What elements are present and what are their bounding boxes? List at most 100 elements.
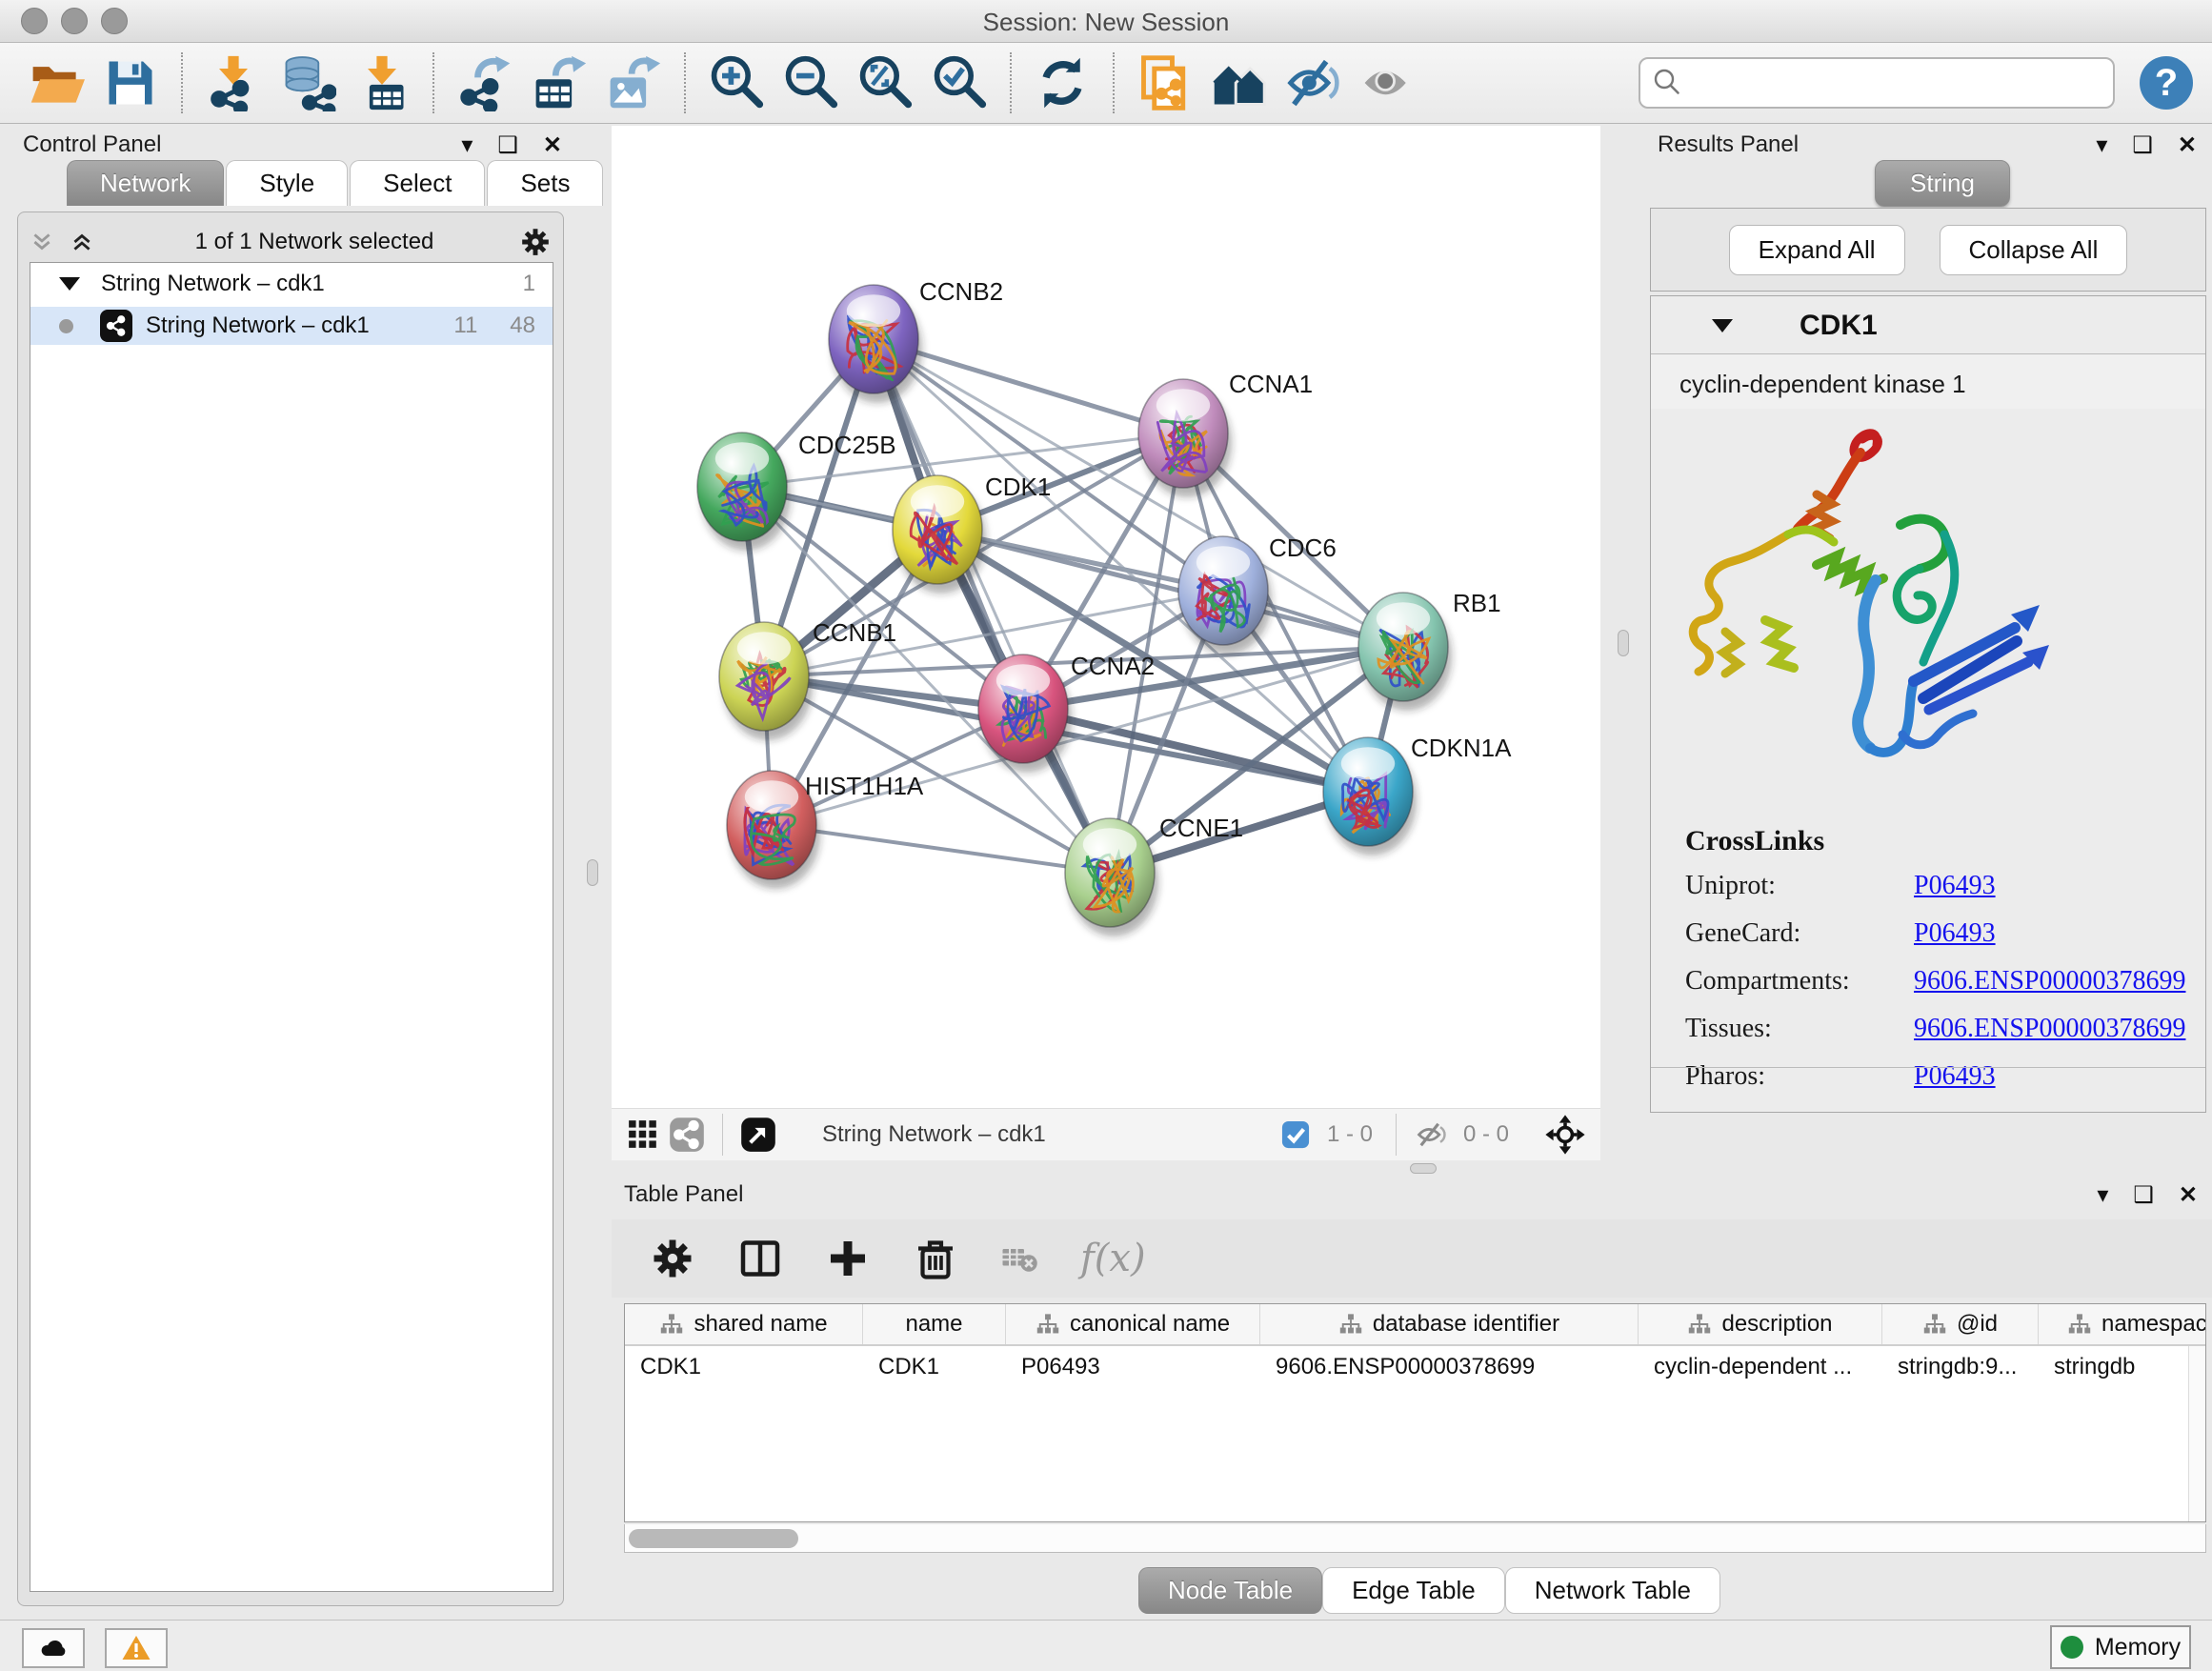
network-node-RB1[interactable]: RB1 [1358,589,1501,711]
crosslink-link[interactable]: 9606.ENSP00000378699 [1914,966,2185,997]
selected-checkbox-icon[interactable] [1274,1113,1317,1157]
collection-expand-icon[interactable] [59,277,80,291]
table-panel-float-icon[interactable]: ❑ [2133,1181,2154,1209]
control-panel-menu-icon[interactable]: ▾ [461,131,473,159]
pan-crosshair-icon[interactable] [1543,1113,1587,1157]
network-collection-row[interactable]: String Network – cdk1 1 [30,263,553,301]
column-header-shared-name[interactable]: shared name [625,1304,863,1344]
import-network-database-button[interactable] [271,49,345,117]
network-node-CCNB2[interactable]: CCNB2 [829,277,1003,403]
expand-all-icon[interactable] [70,230,94,254]
tab-string[interactable]: String [1875,160,2010,207]
hidden-eye-slash-icon [1410,1113,1454,1157]
table-cell: 9606.ENSP00000378699 [1260,1346,1639,1390]
tab-edge-table[interactable]: Edge Table [1322,1567,1505,1614]
protein-collapse-icon[interactable] [1712,319,1733,332]
network-node-CDK1[interactable]: CDK1 [893,473,1051,594]
crosslink-row: Uniprot:P06493 [1685,871,2205,901]
zoom-selected-button[interactable] [922,49,996,117]
results-panel-float-icon[interactable]: ❑ [2132,131,2153,159]
selected-nodes-edges-count: 1 - 0 [1327,1121,1373,1148]
network-share-icon[interactable] [665,1113,709,1157]
zoom-fit-button[interactable] [848,49,922,117]
column-header-description[interactable]: description [1639,1304,1882,1344]
network-canvas[interactable]: CCNB2CCNA1CDC25BCDK1CDC6RB1CCNB1CCNA2CDK… [612,126,1600,1108]
network-node-CDKN1A[interactable]: CDKN1A [1323,734,1512,856]
bottom-splitter-handle[interactable] [1410,1163,1437,1174]
export-table-button[interactable] [522,49,596,117]
refresh-view-button[interactable] [1025,49,1099,117]
left-splitter-handle[interactable] [587,859,598,886]
crosslink-link[interactable]: P06493 [1914,871,1996,901]
cloud-services-button[interactable] [22,1628,85,1668]
column-header-namespace[interactable]: namespace [2039,1304,2206,1344]
expand-all-button[interactable]: Expand All [1729,225,1905,275]
results-panel-title: Results Panel [1658,131,1799,159]
show-all-button[interactable] [1351,49,1425,117]
collection-label: String Network – cdk1 [101,271,523,297]
new-network-from-selection-button[interactable] [1128,49,1202,117]
column-header--id[interactable]: @id [1882,1304,2039,1344]
table-vertical-scrollbar[interactable] [2188,1346,2205,1521]
node-label-CCNA1: CCNA1 [1229,370,1313,398]
table-panel-close-icon[interactable]: ✕ [2179,1181,2198,1209]
collapse-all-button[interactable]: Collapse All [1940,225,2128,275]
table-horizontal-scrollbar[interactable] [624,1524,2206,1553]
tab-sets[interactable]: Sets [487,160,603,206]
tab-network-table[interactable]: Network Table [1505,1567,1720,1614]
memory-button[interactable]: Memory [2050,1625,2191,1669]
scrollbar-thumb[interactable] [629,1529,798,1548]
network-row-selected[interactable]: String Network – cdk1 11 48 [30,307,553,345]
column-header-database-identifier[interactable]: database identifier [1260,1304,1639,1344]
zoom-in-button[interactable] [699,49,774,117]
column-header-name[interactable]: name [863,1304,1006,1344]
collapse-all-icon[interactable] [30,230,54,254]
control-panel-close-icon[interactable]: ✕ [543,131,562,159]
protein-result-card: CDK1 cyclin-dependent kinase 1 [1650,295,2206,1113]
results-panel-close-icon[interactable]: ✕ [2178,131,2197,159]
table-panel-title: Table Panel [624,1181,743,1209]
help-button[interactable]: ? [2140,56,2193,110]
export-image-button[interactable] [596,49,671,117]
network-node-CCNE1[interactable]: CCNE1 [1065,814,1243,936]
tab-style[interactable]: Style [226,160,348,206]
table-cell: CDK1 [863,1346,1006,1390]
tab-network[interactable]: Network [67,160,224,206]
column-header-canonical-name[interactable]: canonical name [1006,1304,1260,1344]
save-session-button[interactable] [93,49,168,117]
table-panel-menu-icon[interactable]: ▾ [2097,1181,2108,1209]
warnings-button[interactable] [105,1628,168,1668]
control-panel-float-icon[interactable]: ❑ [497,131,518,159]
table-row[interactable]: CDK1CDK1P064939606.ENSP00000378699cyclin… [625,1346,2206,1390]
right-splitter-handle[interactable] [1618,630,1629,656]
delete-column-trash-icon[interactable] [913,1236,958,1281]
hide-selected-button[interactable] [1277,49,1351,117]
create-column-plus-icon[interactable] [825,1236,871,1281]
toolbar-separator [181,52,183,113]
protein-card-header[interactable]: CDK1 [1651,296,2205,354]
results-panel-menu-icon[interactable]: ▾ [2096,131,2107,159]
crosslink-link[interactable]: P06493 [1914,1061,1996,1092]
protein-name: CDK1 [1800,310,1878,342]
import-table-file-button[interactable] [345,49,419,117]
network-options-gear-icon[interactable] [519,226,552,258]
open-session-button[interactable] [19,49,93,117]
tab-select[interactable]: Select [350,160,485,206]
import-network-file-button[interactable] [196,49,271,117]
birds-eye-grid-icon[interactable] [621,1113,665,1157]
crosslink-link[interactable]: 9606.ENSP00000378699 [1914,1014,2185,1044]
table-options-gear-icon[interactable] [650,1236,695,1281]
network-node-HIST1H1A[interactable]: HIST1H1A [727,771,924,889]
network-node-CCNA1[interactable]: CCNA1 [1138,370,1313,497]
network-node-CDC25B[interactable]: CDC25B [697,431,896,551]
first-neighbors-button[interactable] [1202,49,1277,117]
select-columns-icon[interactable] [737,1236,783,1281]
search-input[interactable] [1639,57,2115,109]
tab-node-table[interactable]: Node Table [1138,1567,1322,1614]
export-network-button[interactable] [448,49,522,117]
open-in-browser-icon[interactable] [736,1113,780,1157]
crosslink-link[interactable]: P06493 [1914,918,1996,949]
zoom-out-button[interactable] [774,49,848,117]
network-tree: String Network – cdk1 1 String Network –… [30,262,553,1592]
crosslink-label: GeneCard: [1685,918,1914,949]
